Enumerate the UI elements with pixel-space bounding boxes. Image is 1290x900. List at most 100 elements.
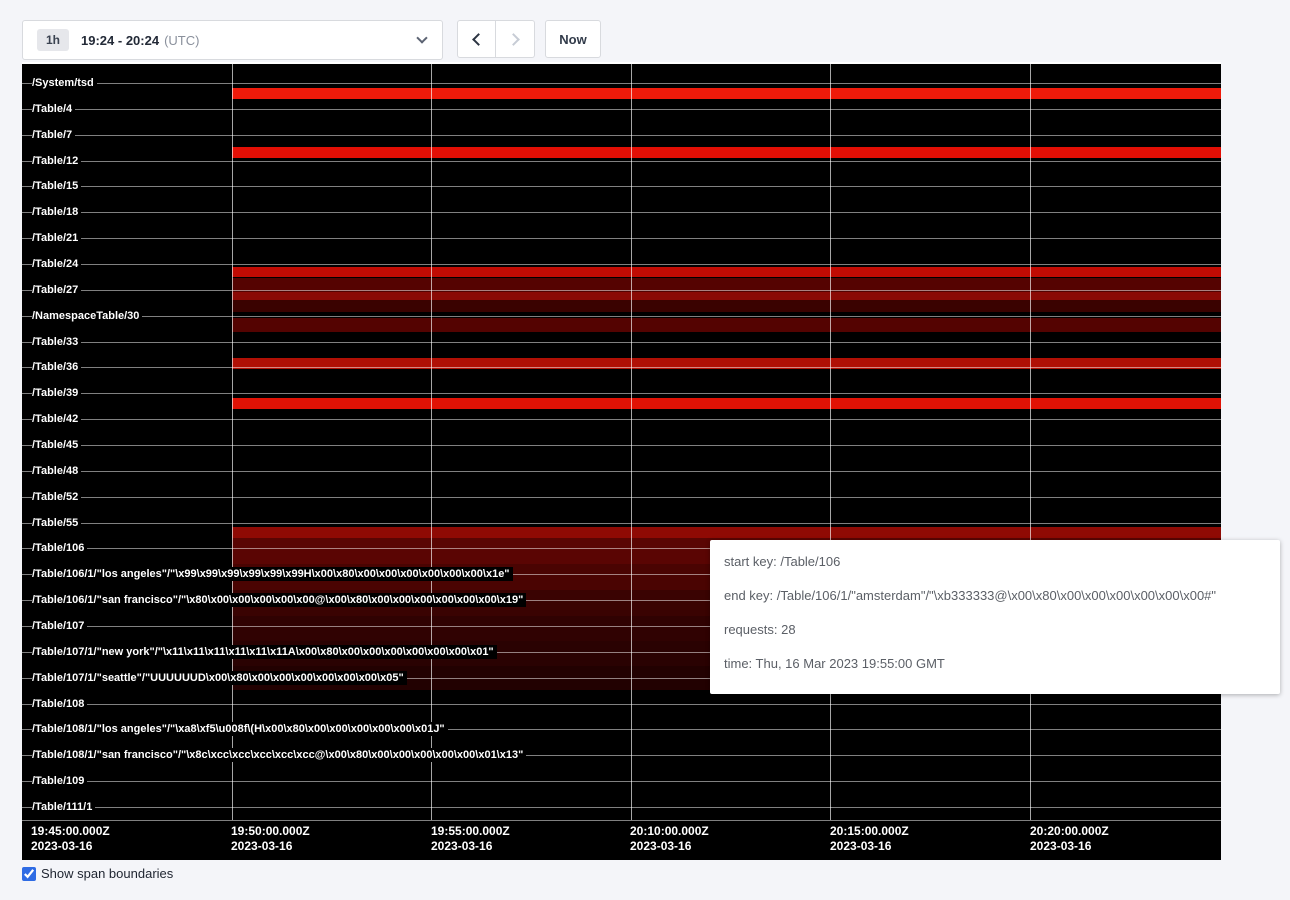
x-axis-tick: 20:15:00.000Z2023-03-16 (830, 824, 909, 854)
span-boundary-line (22, 83, 1221, 84)
row-label: /Table/4 (32, 102, 75, 116)
time-range-selector[interactable]: 1h 19:24 - 20:24 (UTC) (22, 20, 443, 60)
heatmap-band[interactable] (232, 527, 1221, 538)
duration-badge: 1h (37, 29, 69, 51)
time-gridline (1030, 62, 1031, 820)
row-label: /Table/55 (32, 516, 81, 530)
tooltip-time: time: Thu, 16 Mar 2023 19:55:00 GMT (724, 654, 1266, 674)
span-boundary-line (22, 497, 1221, 498)
x-axis-date: 2023-03-16 (830, 839, 909, 854)
span-boundary-line (22, 290, 1221, 291)
time-range-label: 19:24 - 20:24 (81, 33, 159, 48)
x-axis-tick: 20:10:00.000Z2023-03-16 (630, 824, 709, 854)
x-axis-tick: 20:20:00.000Z2023-03-16 (1030, 824, 1109, 854)
row-label: /Table/52 (32, 490, 81, 504)
row-label: /Table/106/1/"los angeles"/"\x99\x99\x99… (32, 567, 513, 581)
heatmap-band[interactable] (232, 398, 1221, 409)
row-label: /Table/107/1/"new york"/"\x11\x11\x11\x1… (32, 645, 497, 659)
x-axis-time: 20:20:00.000Z (1030, 824, 1109, 839)
span-boundary-line (22, 523, 1221, 524)
heatmap-band[interactable] (232, 147, 1221, 158)
row-label: /Table/15 (32, 179, 81, 193)
x-axis-date: 2023-03-16 (231, 839, 310, 854)
x-axis-tick: 19:55:00.000Z2023-03-16 (431, 824, 510, 854)
row-label: /Table/27 (32, 283, 81, 297)
chevron-left-icon (472, 33, 485, 46)
tooltip-requests: requests: 28 (724, 620, 1266, 640)
row-label: /Table/18 (32, 205, 81, 219)
row-label: /Table/108 (32, 697, 87, 711)
span-boundary-line (22, 186, 1221, 187)
time-gridline (232, 62, 233, 820)
span-boundary-line (22, 419, 1221, 420)
row-label: /Table/7 (32, 128, 75, 142)
row-label: /Table/108/1/"los angeles"/"\xa8\xf5\u00… (32, 722, 448, 736)
heatmap-band[interactable] (232, 292, 1221, 300)
heatmap-band[interactable] (232, 318, 1221, 332)
time-gridline (830, 62, 831, 820)
x-axis-tick: 19:50:00.000Z2023-03-16 (231, 824, 310, 854)
span-boundary-line (22, 704, 1221, 705)
span-boundary-line (22, 135, 1221, 136)
x-axis-tick: 19:45:00.000Z2023-03-16 (31, 824, 110, 854)
span-boundary-line (22, 393, 1221, 394)
span-boundary-line (22, 264, 1221, 265)
x-axis-date: 2023-03-16 (630, 839, 709, 854)
x-axis-date: 2023-03-16 (1030, 839, 1109, 854)
previous-interval-button[interactable] (457, 20, 496, 58)
span-boundary-line (22, 807, 1221, 808)
row-label: /Table/39 (32, 386, 81, 400)
row-label: /Table/24 (32, 257, 81, 271)
row-label: /Table/33 (32, 335, 81, 349)
show-span-boundaries-checkbox[interactable] (22, 867, 36, 881)
span-boundary-line (22, 316, 1221, 317)
heatmap-canvas[interactable]: /System/tsd/Table/4/Table/7/Table/12/Tab… (22, 62, 1221, 860)
span-boundary-line (22, 820, 1221, 821)
span-boundary-line (22, 471, 1221, 472)
canvas-top-boundary-line (22, 62, 1221, 64)
next-interval-button[interactable] (496, 20, 535, 58)
x-axis-date: 2023-03-16 (31, 839, 110, 854)
now-button[interactable]: Now (545, 20, 601, 58)
row-label: /System/tsd (32, 76, 97, 90)
span-boundary-line (22, 445, 1221, 446)
row-label: /Table/12 (32, 154, 81, 168)
row-label: /Table/106 (32, 541, 87, 555)
row-label: /Table/109 (32, 774, 87, 788)
span-boundary-line (22, 109, 1221, 110)
time-nav-group (457, 20, 535, 58)
x-axis-time: 19:50:00.000Z (231, 824, 310, 839)
heatmap-band[interactable] (232, 300, 1221, 312)
span-boundary-line (22, 342, 1221, 343)
span-boundary-line (22, 161, 1221, 162)
x-axis-time: 19:45:00.000Z (31, 824, 110, 839)
show-span-boundaries-label[interactable]: Show span boundaries (41, 866, 173, 881)
chevron-down-icon (416, 32, 427, 43)
x-axis-date: 2023-03-16 (431, 839, 510, 854)
x-axis-time: 20:15:00.000Z (830, 824, 909, 839)
row-label: /Table/111/1 (32, 800, 95, 814)
span-boundary-line (22, 238, 1221, 239)
heatmap-band[interactable] (232, 88, 1221, 99)
tooltip-start-key: start key: /Table/106 (724, 552, 1266, 572)
row-label: /Table/45 (32, 438, 81, 452)
tooltip-end-key: end key: /Table/106/1/"amsterdam"/"\xb33… (724, 586, 1266, 606)
footer-controls: Show span boundaries (22, 866, 173, 881)
timezone-label: (UTC) (164, 33, 199, 48)
time-gridline (431, 62, 432, 820)
row-label: /Table/106/1/"san francisco"/"\x80\x00\x… (32, 593, 526, 607)
time-gridline (631, 62, 632, 820)
heatmap-band[interactable] (232, 267, 1221, 277)
row-label: /Table/108/1/"san francisco"/"\x8c\xcc\x… (32, 748, 526, 762)
span-boundary-line (22, 212, 1221, 213)
x-axis-time: 19:55:00.000Z (431, 824, 510, 839)
row-label: /NamespaceTable/30 (32, 309, 142, 323)
x-axis-time: 20:10:00.000Z (630, 824, 709, 839)
chevron-right-icon (507, 33, 520, 46)
row-label: /Table/107 (32, 619, 87, 633)
row-label: /Table/36 (32, 360, 81, 374)
row-label: /Table/107/1/"seattle"/"UUUUUUD\x00\x80\… (32, 671, 407, 685)
key-visualizer-page: 1h 19:24 - 20:24 (UTC) Now /System/tsd/T… (0, 0, 1290, 900)
span-tooltip: start key: /Table/106 end key: /Table/10… (710, 540, 1280, 694)
row-label: /Table/48 (32, 464, 81, 478)
